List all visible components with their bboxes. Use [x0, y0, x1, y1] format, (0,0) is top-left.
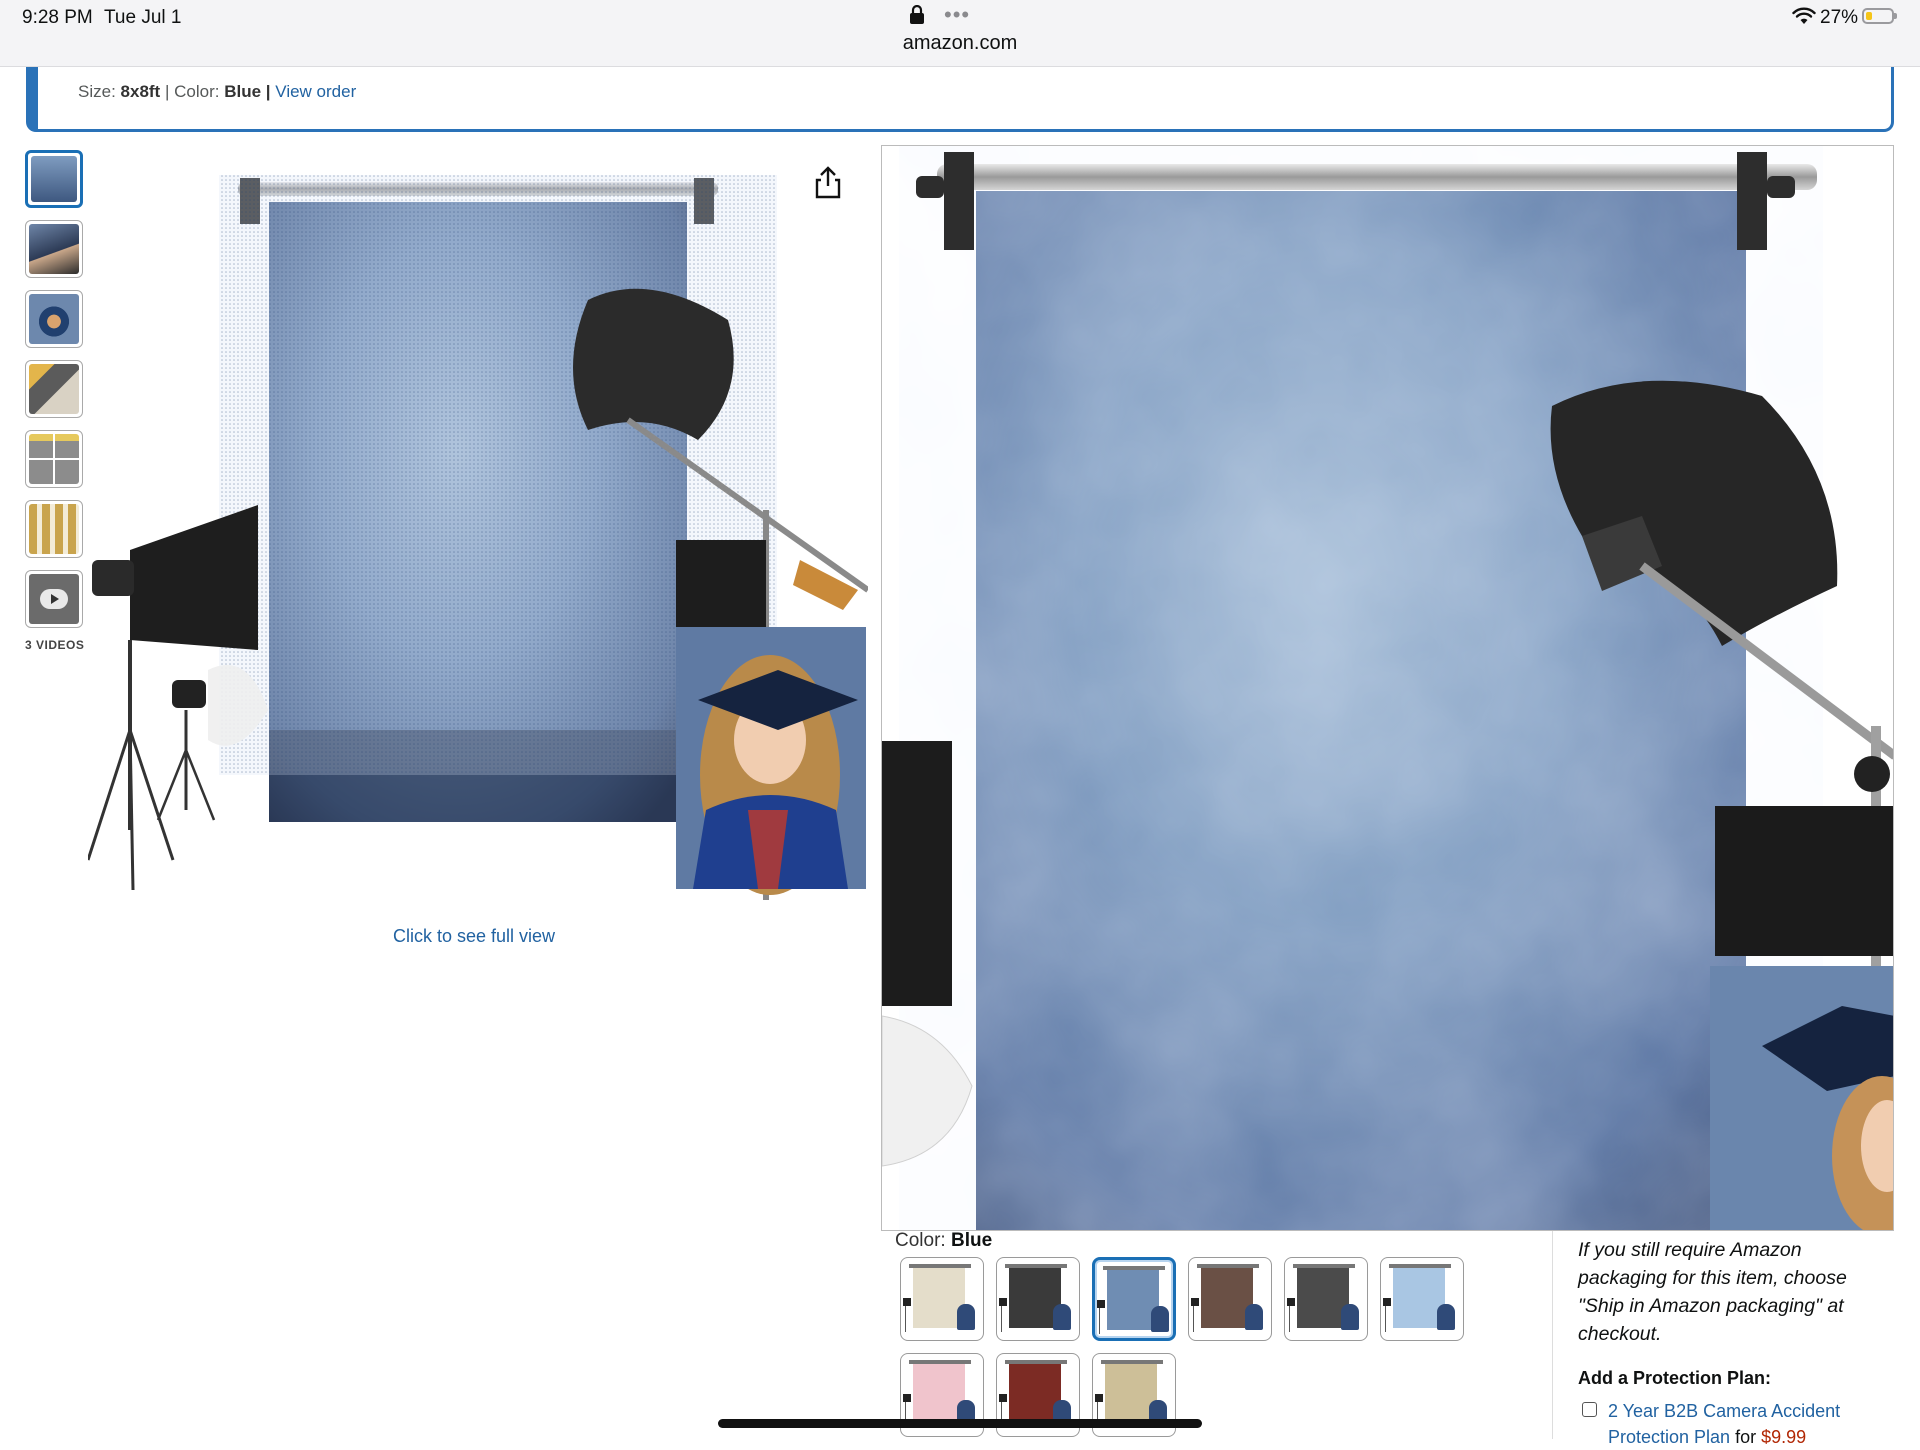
buy-box-divider — [1552, 1231, 1553, 1439]
swatch-charcoal[interactable] — [996, 1257, 1080, 1341]
protection-plan-for: for — [1735, 1427, 1757, 1447]
thumb-image — [29, 364, 79, 414]
swatch-brown[interactable] — [1188, 1257, 1272, 1341]
softbox-light — [130, 505, 258, 650]
swatch-model — [1053, 1304, 1071, 1330]
thumb-video[interactable] — [25, 570, 83, 628]
zoom-preview-panel — [881, 145, 1894, 1231]
wifi-icon — [1792, 7, 1816, 24]
status-date: Tue Jul 1 — [104, 7, 182, 28]
address-bar-url[interactable]: amazon.com — [0, 32, 1920, 55]
separator: | — [265, 82, 271, 101]
zoomed-image — [882, 152, 1893, 1230]
swatch-model — [957, 1304, 975, 1330]
protection-plan-title: Add a Protection Plan: — [1578, 1368, 1772, 1388]
purchase-details: Size: 8x8ft | Color: Blue | View order — [78, 82, 356, 102]
size-value: 8x8ft — [120, 82, 161, 101]
separator: | — [164, 82, 170, 101]
share-icon[interactable] — [812, 166, 844, 200]
more-dots-icon[interactable]: ••• — [944, 2, 970, 28]
thumb-image — [29, 224, 79, 274]
browser-status-bar: 9:28 PM Tue Jul 1 ••• amazon.com 27% — [0, 0, 1920, 67]
thumb-blue-backdrop[interactable] — [25, 150, 83, 208]
swatch-blue[interactable] — [1092, 1257, 1176, 1341]
amazon-packaging-note: If you still require Amazon packaging fo… — [1578, 1239, 1847, 1345]
swatch-stand — [903, 1298, 916, 1332]
swatch-cream[interactable] — [900, 1257, 984, 1341]
battery-level — [1866, 12, 1872, 20]
swatch-stand — [1287, 1298, 1300, 1332]
home-indicator[interactable] — [718, 1419, 1202, 1428]
lock-icon — [910, 5, 924, 24]
swatch-stand — [1383, 1298, 1396, 1332]
protection-plan-price: $9.99 — [1761, 1427, 1807, 1447]
swatch-stand — [1191, 1298, 1204, 1332]
videos-count-label: 3 VIDEOS — [25, 638, 85, 652]
main-product-image[interactable] — [88, 170, 868, 900]
swatch-model — [1437, 1304, 1455, 1330]
thumb-image — [29, 504, 79, 554]
play-icon — [40, 589, 68, 609]
full-view-link[interactable]: Click to see full view — [393, 926, 555, 947]
selected-color-value: Blue — [950, 1230, 993, 1251]
thumb-image — [29, 434, 79, 484]
color-value: Blue — [224, 82, 262, 101]
status-time: 9:28 PM — [22, 7, 93, 28]
thumb-image — [31, 156, 77, 202]
color-label: Color: — [174, 82, 220, 101]
view-order-link[interactable]: View order — [275, 82, 356, 101]
swatch-model — [1151, 1306, 1169, 1332]
swatch-dark-grey[interactable] — [1284, 1257, 1368, 1341]
thumb-graduate[interactable] — [25, 290, 83, 348]
swatch-model — [1245, 1304, 1263, 1330]
battery-percent: 27% — [1820, 7, 1859, 28]
swatch-stand — [1097, 1300, 1110, 1334]
swatch-stand — [999, 1298, 1012, 1332]
thumb-size-chart[interactable] — [25, 500, 83, 558]
thumb-features-grid[interactable] — [25, 430, 83, 488]
size-label: Size: — [78, 82, 116, 101]
thumb-image — [29, 294, 79, 344]
thumb-fabric-detail[interactable] — [25, 360, 83, 418]
protection-plan-checkbox[interactable] — [1582, 1402, 1597, 1417]
color-label-text: Color: — [895, 1230, 946, 1251]
swatch-light-blue[interactable] — [1380, 1257, 1464, 1341]
swatch-model — [1341, 1304, 1359, 1330]
thumb-couple-portrait[interactable] — [25, 220, 83, 278]
color-selection-label: Color: Blue — [895, 1230, 992, 1252]
protection-plan-text[interactable]: 2 Year B2B Camera Accident Protection Pl… — [1608, 1398, 1888, 1450]
umbrella — [573, 288, 734, 440]
battery-icon — [1862, 8, 1897, 24]
